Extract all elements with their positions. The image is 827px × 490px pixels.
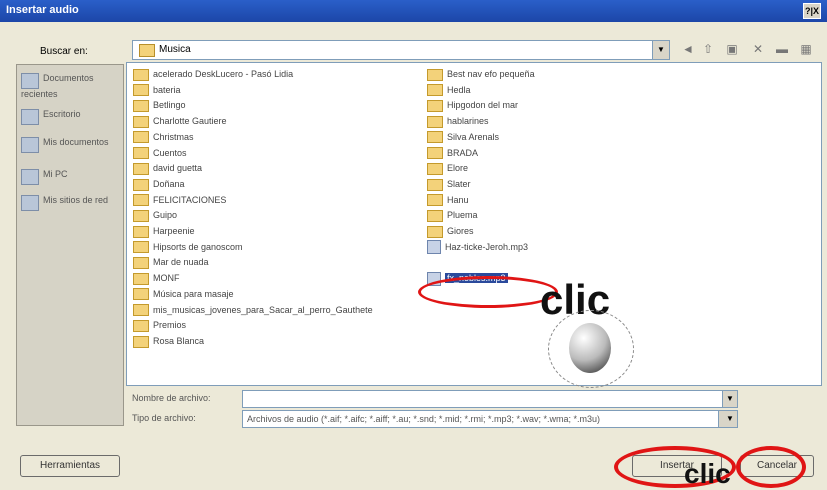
folder-icon bbox=[133, 194, 149, 207]
place-mypc[interactable]: Mi PC bbox=[21, 169, 121, 185]
filename-label: Nombre de archivo: bbox=[132, 393, 211, 403]
file-list-item[interactable]: Giores bbox=[427, 224, 474, 239]
folder-icon bbox=[427, 209, 443, 222]
new-folder-icon[interactable]: ▣ bbox=[724, 42, 740, 56]
folder-icon bbox=[133, 131, 149, 144]
mouse-icon bbox=[569, 323, 611, 373]
file-list-item[interactable]: Silva Arenals bbox=[427, 130, 499, 145]
chevron-down-icon[interactable]: ▼ bbox=[652, 41, 669, 59]
filetype-value: Archivos de audio (*.aif; *.aifc; *.aiff… bbox=[247, 414, 600, 424]
file-list-item[interactable]: mis_musicas_jovenes_para_Sacar_al_perro_… bbox=[133, 303, 373, 318]
file-list-item[interactable]: hablarines bbox=[427, 114, 489, 129]
folder-icon bbox=[427, 147, 443, 160]
folder-icon bbox=[133, 241, 149, 254]
file-list-item[interactable]: bateria bbox=[133, 83, 181, 98]
folder-icon bbox=[427, 115, 443, 128]
folder-icon bbox=[133, 162, 149, 175]
folder-icon bbox=[427, 100, 443, 113]
lookin-value: Musica bbox=[159, 44, 191, 55]
up-folder-icon[interactable]: ⇧ bbox=[700, 42, 716, 56]
lookin-label: Buscar en: bbox=[40, 46, 88, 57]
lookin-dropdown[interactable]: Musica ▼ bbox=[132, 40, 670, 60]
folder-icon bbox=[133, 84, 149, 97]
title-bar: Insertar audio ?|X bbox=[0, 0, 827, 22]
file-list-item[interactable]: Elore bbox=[427, 161, 468, 176]
my-documents-icon bbox=[21, 137, 39, 153]
recent-documents-icon bbox=[21, 73, 39, 89]
delete-icon[interactable]: ✕ bbox=[750, 42, 766, 56]
folder-icon bbox=[133, 225, 149, 238]
annotation-circle-cancel bbox=[736, 446, 806, 488]
folder-icon bbox=[427, 131, 443, 144]
filetype-label: Tipo de archivo: bbox=[132, 413, 196, 423]
file-list-item[interactable]: Doñana bbox=[133, 177, 185, 192]
file-list-item[interactable]: Slater bbox=[427, 177, 471, 192]
file-list-item[interactable]: david guetta bbox=[133, 161, 202, 176]
folder-icon bbox=[133, 147, 149, 160]
filename-input[interactable]: ▼ bbox=[242, 390, 738, 408]
chevron-down-icon[interactable]: ▼ bbox=[718, 411, 737, 427]
audio-file-icon bbox=[427, 240, 441, 255]
file-list-item[interactable]: FELICITACIONES bbox=[133, 193, 226, 208]
folder-icon bbox=[133, 304, 149, 317]
help-close-buttons[interactable]: ?|X bbox=[803, 3, 821, 19]
views-icon[interactable]: ▦ bbox=[798, 42, 814, 56]
folder-icon bbox=[133, 288, 149, 301]
folder-icon bbox=[427, 225, 443, 238]
folder-icon bbox=[139, 44, 155, 57]
window-title: Insertar audio bbox=[6, 4, 79, 16]
place-network[interactable]: Mis sitios de red bbox=[21, 195, 121, 211]
file-list-item[interactable]: Pluema bbox=[427, 208, 478, 223]
network-icon bbox=[21, 195, 39, 211]
file-list-item[interactable]: Hanu bbox=[427, 193, 469, 208]
folder-icon bbox=[133, 319, 149, 332]
folder-icon bbox=[427, 194, 443, 207]
file-list-item[interactable]: Cuentos bbox=[133, 146, 187, 161]
computer-icon bbox=[21, 169, 39, 185]
annotation-clic-text-bottom: clic bbox=[684, 458, 731, 489]
file-list-item[interactable]: acelerado DeskLucero - Pasó Lidia bbox=[133, 67, 293, 82]
file-list-item[interactable]: Premios bbox=[133, 318, 186, 333]
places-bar: Documentos recientes Escritorio Mis docu… bbox=[16, 64, 124, 426]
folder-icon bbox=[133, 100, 149, 113]
file-list-item[interactable]: Mar de nuada bbox=[133, 255, 209, 270]
folder-icon bbox=[427, 84, 443, 97]
place-recent[interactable]: Documentos recientes bbox=[21, 73, 121, 99]
file-list-item[interactable]: MONF bbox=[133, 271, 180, 286]
folder-icon bbox=[133, 272, 149, 285]
folder-icon bbox=[427, 68, 443, 81]
file-list-item[interactable]: Hipsorts de ganoscom bbox=[133, 240, 243, 255]
file-list-item[interactable]: Christmas bbox=[133, 130, 194, 145]
back-icon[interactable]: ◄ bbox=[680, 42, 696, 56]
file-list-item[interactable]: Música para masaje bbox=[133, 287, 234, 302]
file-list-item[interactable]: Rosa Blanca bbox=[133, 334, 204, 349]
folder-icon bbox=[133, 68, 149, 81]
folder-icon bbox=[133, 115, 149, 128]
file-list-item[interactable]: Betlingo bbox=[133, 98, 186, 113]
desktop-icon bbox=[21, 109, 39, 125]
folder-icon bbox=[133, 209, 149, 222]
file-list-item[interactable]: BRADA bbox=[427, 146, 478, 161]
file-list-item[interactable]: Charlotte Gautiere bbox=[133, 114, 227, 129]
annotation-circle-file bbox=[418, 276, 558, 308]
file-list-item[interactable]: Hipgodon del mar bbox=[427, 98, 518, 113]
new-folder-icon[interactable]: ▬ bbox=[774, 42, 790, 56]
file-list-item[interactable]: Guipo bbox=[133, 208, 177, 223]
folder-icon bbox=[133, 257, 149, 270]
file-list-item[interactable]: Haz-ticke-Jeroh.mp3 bbox=[427, 240, 528, 255]
place-desktop[interactable]: Escritorio bbox=[21, 109, 121, 125]
file-list-item[interactable]: Best nav efo pequeña bbox=[427, 67, 535, 82]
file-list-item[interactable]: Harpeenie bbox=[133, 224, 195, 239]
folder-icon bbox=[427, 162, 443, 175]
file-list[interactable]: acelerado DeskLucero - Pasó Lidia bateria… bbox=[126, 62, 822, 386]
chevron-down-icon[interactable]: ▼ bbox=[722, 391, 737, 407]
folder-icon bbox=[133, 335, 149, 348]
folder-icon bbox=[427, 178, 443, 191]
mouse-illustration bbox=[548, 310, 634, 388]
tools-button[interactable]: Herramientas bbox=[20, 455, 120, 477]
filetype-select[interactable]: Archivos de audio (*.aif; *.aifc; *.aiff… bbox=[242, 410, 738, 428]
place-mydocuments[interactable]: Mis documentos bbox=[21, 137, 121, 153]
file-list-item[interactable]: Hedla bbox=[427, 83, 471, 98]
folder-icon bbox=[133, 178, 149, 191]
